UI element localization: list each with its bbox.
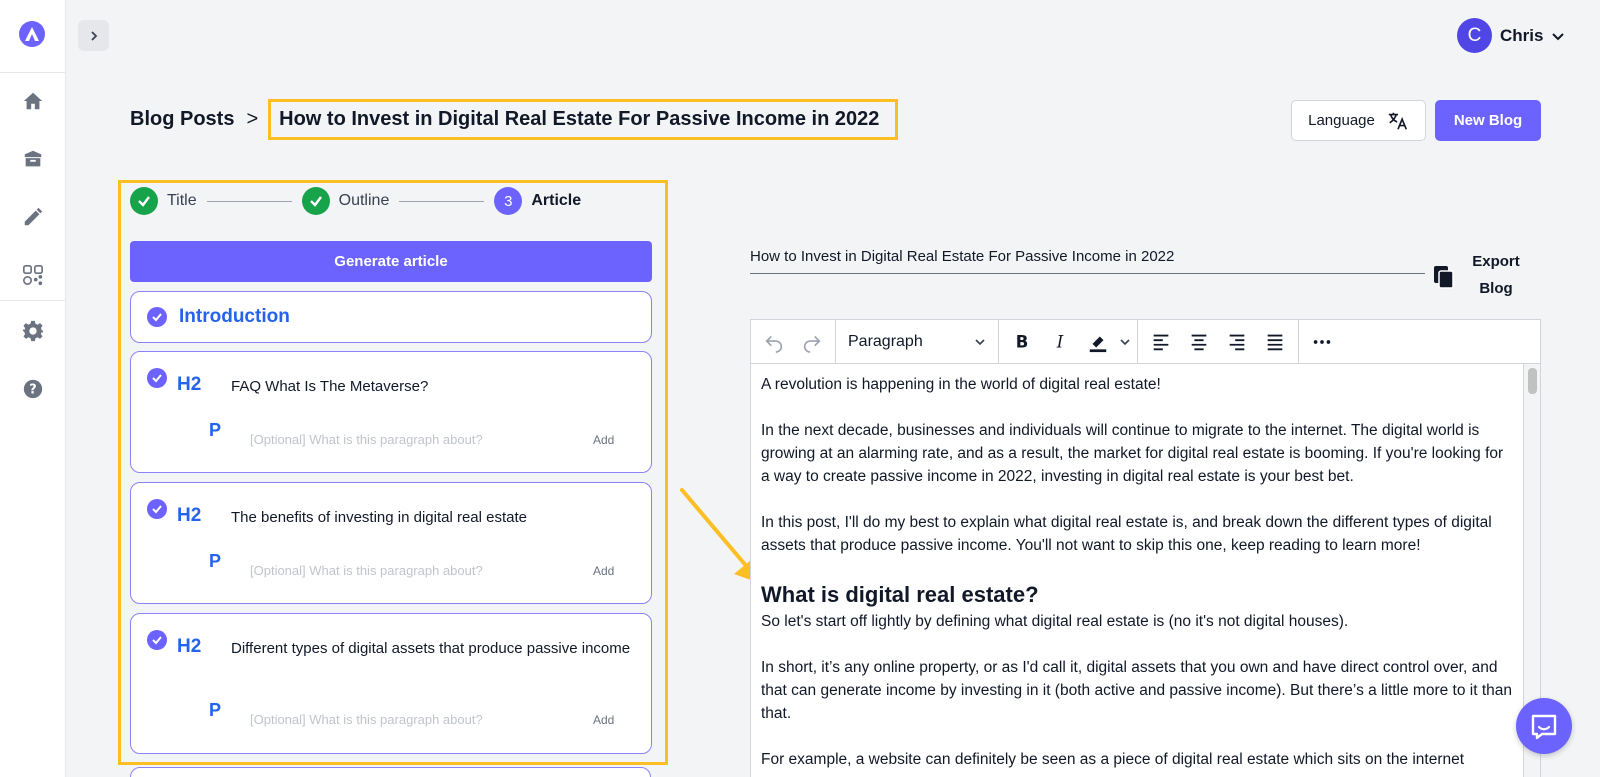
- chat-button[interactable]: [1516, 698, 1572, 754]
- step-outline[interactable]: Outline: [339, 192, 390, 210]
- add-paragraph-button[interactable]: Add: [593, 713, 614, 727]
- breadcrumb-current: How to Invest in Digital Real Estate For…: [268, 98, 899, 140]
- block-format-value: Paragraph: [848, 332, 923, 350]
- breadcrumb-root[interactable]: Blog Posts: [130, 108, 234, 131]
- paragraph-input[interactable]: [Optional] What is this paragraph about?: [250, 432, 483, 447]
- check-icon: [301, 187, 330, 215]
- redo-icon[interactable]: [795, 325, 829, 359]
- step-number: 3: [494, 187, 523, 215]
- article-editor[interactable]: A revolution is happening in the world o…: [750, 364, 1524, 777]
- translate-icon: [1388, 112, 1407, 130]
- highlight-icon[interactable]: [1081, 325, 1115, 359]
- bold-icon[interactable]: B: [1005, 325, 1039, 359]
- chevron-down-icon[interactable]: [1119, 336, 1131, 348]
- step-article[interactable]: Article: [531, 192, 581, 210]
- p-tag: P: [209, 700, 222, 720]
- step-connector: [399, 200, 485, 202]
- breadcrumb-separator: >: [246, 107, 259, 130]
- section-card[interactable]: H2 Different types of digital assets tha…: [130, 613, 652, 754]
- editor-paragraph: In short, it’s any online property, or a…: [761, 659, 1513, 722]
- sidebar-toggle-button[interactable]: [78, 20, 109, 51]
- h2-tag: H2: [177, 374, 202, 395]
- section-heading[interactable]: Different types of digital assets that p…: [231, 640, 631, 658]
- logo-icon[interactable]: [18, 20, 46, 48]
- svg-text:I: I: [1056, 332, 1064, 351]
- align-right-icon[interactable]: [1220, 325, 1254, 359]
- paragraph-input[interactable]: [Optional] What is this paragraph about?: [250, 563, 483, 578]
- editor-heading: What is digital real estate?: [761, 582, 1039, 607]
- check-icon: [147, 307, 167, 327]
- chevron-down-icon: [975, 338, 985, 345]
- align-justify-icon[interactable]: [1258, 325, 1292, 359]
- add-paragraph-button[interactable]: Add: [593, 564, 614, 578]
- chat-icon: [1531, 714, 1557, 740]
- introduction-label: Introduction: [179, 306, 290, 327]
- section-heading[interactable]: The benefits of investing in digital rea…: [231, 509, 631, 527]
- language-label: Language: [1308, 112, 1375, 129]
- svg-text:B: B: [1016, 332, 1029, 351]
- stepper: Title Outline 3 Article: [130, 187, 581, 215]
- editor-paragraph: A revolution is happening in the world o…: [761, 376, 1161, 393]
- step-connector: [206, 200, 292, 202]
- editor-paragraph: In the next decade, businesses and indiv…: [761, 422, 1504, 485]
- block-format-group: Paragraph: [836, 320, 999, 363]
- scrollbar-thumb[interactable]: [1528, 368, 1537, 394]
- svg-text:?: ?: [29, 383, 36, 398]
- chevron-down-icon: [1552, 32, 1565, 40]
- editor-toolbar: Paragraph B I: [750, 319, 1541, 364]
- h2-tag: H2: [177, 505, 202, 526]
- avatar: C: [1457, 18, 1492, 53]
- social-icon[interactable]: [20, 262, 46, 288]
- copy-icon[interactable]: [1432, 264, 1456, 290]
- generate-article-button[interactable]: Generate article: [130, 241, 652, 282]
- check-icon[interactable]: [147, 630, 167, 650]
- editor-paragraph: So let's start off lightly by defining w…: [761, 613, 1349, 630]
- chevron-right-icon: [90, 30, 97, 41]
- p-tag: P: [209, 420, 222, 440]
- align-left-icon[interactable]: [1144, 325, 1178, 359]
- italic-icon[interactable]: I: [1043, 325, 1077, 359]
- blog-title-input[interactable]: How to Invest in Digital Real Estate For…: [750, 246, 1425, 274]
- check-icon[interactable]: [147, 499, 167, 519]
- user-name: Chris: [1500, 25, 1544, 45]
- help-icon[interactable]: ?: [20, 376, 46, 402]
- breadcrumb: Blog Posts > How to Invest in Digital Re…: [130, 98, 899, 140]
- align-center-icon[interactable]: [1182, 325, 1216, 359]
- editor-paragraph: In this post, I'll do my best to explain…: [761, 514, 1492, 554]
- paragraph-input[interactable]: [Optional] What is this paragraph about?: [250, 712, 483, 727]
- undo-icon[interactable]: [757, 325, 791, 359]
- pencil-icon[interactable]: [20, 204, 46, 230]
- section-heading[interactable]: FAQ What Is The Metaverse?: [231, 378, 631, 396]
- sidebar-divider: [0, 72, 66, 73]
- section-card[interactable]: H2 FAQ What Is The Metaverse? P [Optiona…: [130, 351, 652, 473]
- export-blog-button[interactable]: Export Blog: [1466, 248, 1526, 302]
- text-style-group: B I: [999, 320, 1138, 363]
- block-format-select[interactable]: Paragraph: [842, 333, 992, 351]
- user-menu[interactable]: C Chris: [1457, 18, 1565, 53]
- add-paragraph-button[interactable]: Add: [593, 433, 614, 447]
- new-blog-button[interactable]: New Blog: [1435, 100, 1541, 141]
- check-icon: [130, 187, 158, 215]
- sidebar-divider: [0, 300, 66, 301]
- gear-icon[interactable]: [20, 318, 46, 344]
- home-icon[interactable]: [20, 88, 46, 114]
- more-icon[interactable]: [1305, 325, 1339, 359]
- history-group: [751, 320, 836, 363]
- sidebar: ?: [0, 0, 66, 777]
- p-tag: P: [209, 551, 222, 571]
- h2-tag: H2: [177, 636, 202, 657]
- box-icon[interactable]: [20, 146, 46, 172]
- introduction-card[interactable]: Introduction: [130, 291, 652, 343]
- export-label: Export: [1472, 253, 1520, 270]
- editor-paragraph: For example, a website can definitely be…: [761, 751, 1465, 768]
- language-button[interactable]: Language: [1291, 100, 1426, 141]
- export-label: Blog: [1479, 280, 1513, 297]
- section-card[interactable]: [130, 767, 651, 777]
- step-title[interactable]: Title: [167, 192, 197, 210]
- alignment-group: [1138, 320, 1299, 363]
- article-builder-panel: Title Outline 3 Article Generate article…: [118, 180, 668, 765]
- more-group: [1299, 320, 1345, 363]
- check-icon[interactable]: [147, 368, 167, 388]
- section-card[interactable]: H2 The benefits of investing in digital …: [130, 482, 652, 604]
